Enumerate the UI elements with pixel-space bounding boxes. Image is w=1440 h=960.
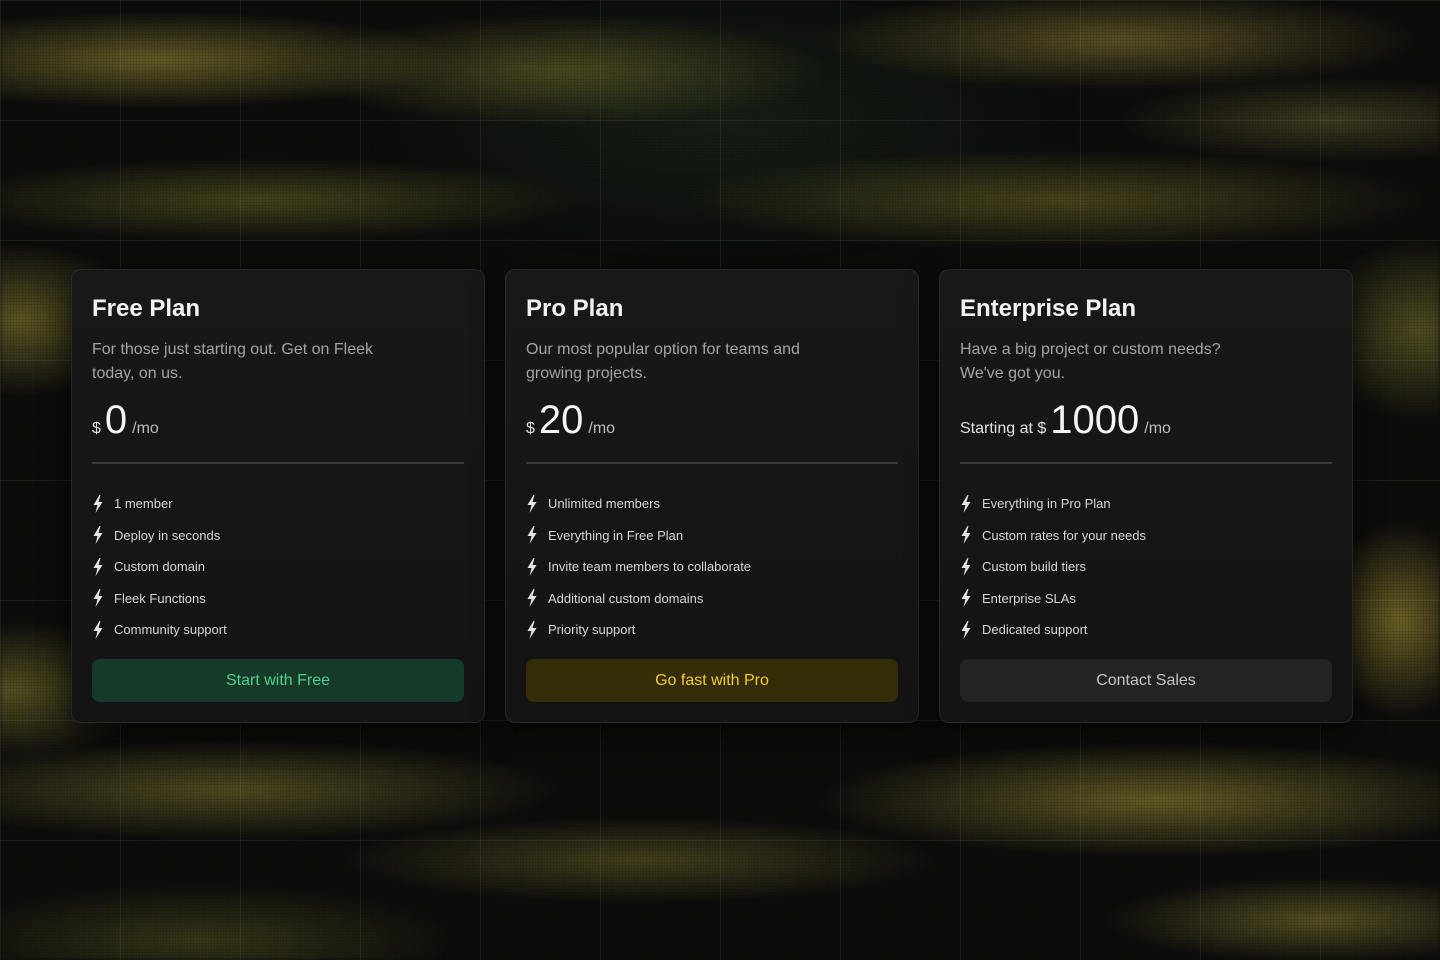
feature-label: Unlimited members xyxy=(548,496,660,512)
feature-item: Custom rates for your needs xyxy=(960,520,1332,552)
feature-label: Fleek Functions xyxy=(114,590,206,606)
plan-description: Have a big project or custom needs? We'v… xyxy=(960,341,1221,382)
plan-description: Our most popular option for teams and gr… xyxy=(526,341,800,382)
feature-label: Dedicated support xyxy=(982,622,1088,638)
lightning-bolt-icon xyxy=(526,589,538,608)
feature-list: Everything in Pro Plan Custom rates for … xyxy=(960,488,1332,646)
price-prefix: $ xyxy=(526,420,535,437)
lightning-bolt-icon xyxy=(92,526,104,545)
lightning-bolt-icon xyxy=(960,526,972,545)
feature-label: Priority support xyxy=(548,622,636,638)
go-fast-with-pro-button[interactable]: Go fast with Pro xyxy=(526,659,898,702)
lightning-bolt-icon xyxy=(92,589,104,608)
pricing-cards: Free Plan For those just starting out. G… xyxy=(71,269,1353,723)
lightning-bolt-icon xyxy=(960,620,972,639)
feature-list: Unlimited members Everything in Free Pla… xyxy=(526,488,898,646)
lightning-bolt-icon xyxy=(960,494,972,513)
pricing-page: Free Plan For those just starting out. G… xyxy=(0,0,1440,960)
lightning-bolt-icon xyxy=(526,557,538,576)
lightning-bolt-icon xyxy=(526,620,538,639)
feature-item: Invite team members to collaborate xyxy=(526,551,898,583)
plan-description: For those just starting out. Get on Flee… xyxy=(92,341,374,382)
feature-item: Custom domain xyxy=(92,551,464,583)
plan-title: Enterprise Plan xyxy=(960,295,1137,322)
divider xyxy=(526,462,898,464)
price-amount: 0 xyxy=(104,398,128,442)
plan-title: Free Plan xyxy=(92,295,201,322)
feature-list: 1 member Deploy in seconds Custom domain… xyxy=(92,488,464,646)
feature-item: Dedicated support xyxy=(960,614,1332,646)
feature-label: 1 member xyxy=(114,496,173,512)
feature-item: Additional custom domains xyxy=(526,583,898,615)
feature-label: Everything in Free Plan xyxy=(548,527,684,543)
price-amount: 20 xyxy=(538,398,584,442)
feature-item: Fleek Functions xyxy=(92,583,464,615)
feature-item: Deploy in seconds xyxy=(92,520,464,552)
feature-label: Enterprise SLAs xyxy=(982,590,1076,606)
plan-card-enterprise: Enterprise Plan Have a big project or cu… xyxy=(939,269,1353,723)
price-period: /mo xyxy=(132,420,159,437)
feature-label: Everything in Pro Plan xyxy=(982,496,1111,512)
plan-price: $ 0 /mo xyxy=(92,400,464,440)
price-prefix: $ xyxy=(92,420,101,437)
feature-item: Custom build tiers xyxy=(960,551,1332,583)
feature-label: Custom build tiers xyxy=(982,559,1087,575)
divider xyxy=(92,462,464,464)
lightning-bolt-icon xyxy=(526,526,538,545)
feature-item: Community support xyxy=(92,614,464,646)
feature-item: Everything in Free Plan xyxy=(526,520,898,552)
contact-sales-button[interactable]: Contact Sales xyxy=(960,659,1332,702)
lightning-bolt-icon xyxy=(526,494,538,513)
price-period: /mo xyxy=(1144,420,1171,437)
divider xyxy=(960,462,1332,464)
lightning-bolt-icon xyxy=(960,557,972,576)
start-with-free-button[interactable]: Start with Free xyxy=(92,659,464,702)
feature-label: Custom domain xyxy=(114,559,206,575)
price-period: /mo xyxy=(588,420,616,437)
lightning-bolt-icon xyxy=(960,589,972,608)
feature-label: Additional custom domains xyxy=(548,590,704,606)
lightning-bolt-icon xyxy=(92,620,104,639)
feature-label: Deploy in seconds xyxy=(114,527,221,543)
plan-price: Starting at $ 1000 /mo xyxy=(960,400,1332,440)
feature-item: 1 member xyxy=(92,488,464,520)
feature-item: Unlimited members xyxy=(526,488,898,520)
feature-item: Priority support xyxy=(526,614,898,646)
feature-item: Enterprise SLAs xyxy=(960,583,1332,615)
lightning-bolt-icon xyxy=(92,494,104,513)
feature-item: Everything in Pro Plan xyxy=(960,488,1332,520)
price-prefix: Starting at $ xyxy=(960,420,1047,437)
feature-label: Invite team members to collaborate xyxy=(548,559,752,575)
feature-label: Community support xyxy=(114,622,227,638)
plan-title: Pro Plan xyxy=(526,295,624,322)
price-amount: 1000 xyxy=(1050,398,1140,442)
plan-card-pro: Pro Plan Our most popular option for tea… xyxy=(505,269,919,723)
plan-price: $ 20 /mo xyxy=(526,400,898,440)
plan-card-free: Free Plan For those just starting out. G… xyxy=(71,269,485,723)
lightning-bolt-icon xyxy=(92,557,104,576)
feature-label: Custom rates for your needs xyxy=(982,527,1147,543)
